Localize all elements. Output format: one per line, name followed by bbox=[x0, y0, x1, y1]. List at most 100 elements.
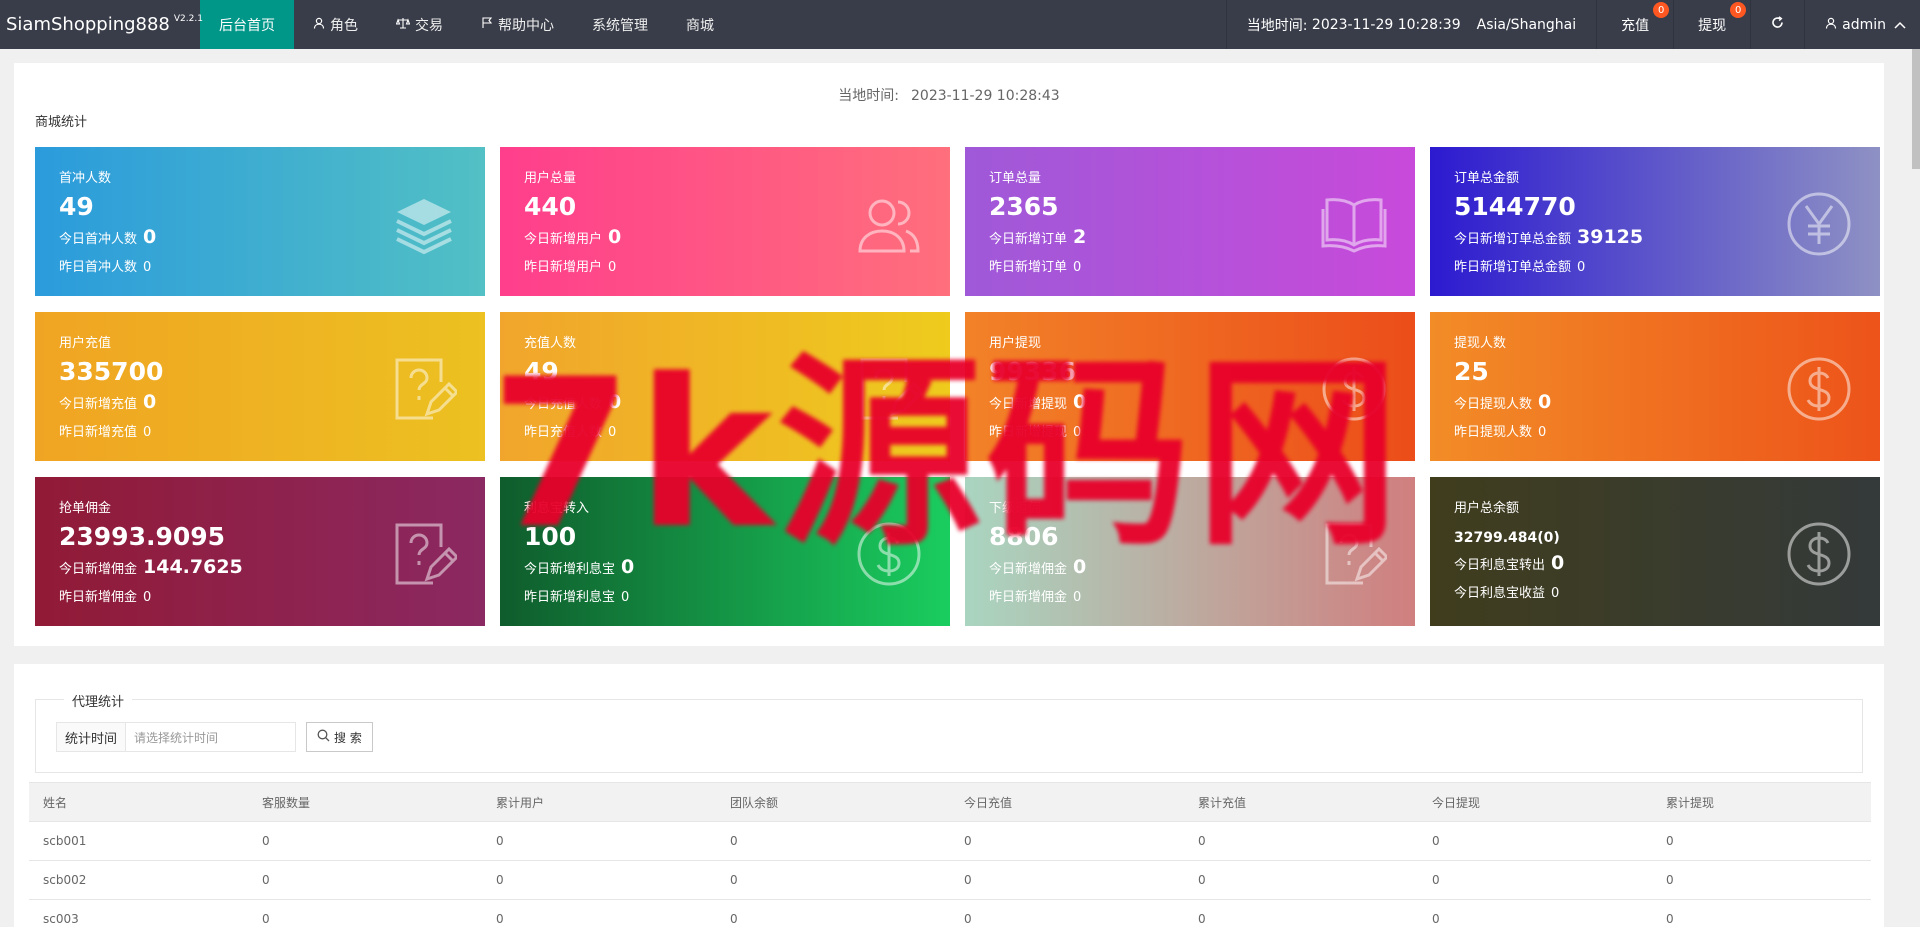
card-label: 用户总量 bbox=[524, 171, 577, 186]
dollar-icon bbox=[1786, 356, 1852, 422]
stat-card-grid: 首冲人数 49 今日首冲人数 0 昨日首冲人数 0 用户总量 440 今日新增用户 0 昨日新增用户… bbox=[35, 147, 1885, 626]
card-yesterday: 昨日新增用户 0 bbox=[524, 256, 926, 275]
book-icon bbox=[1321, 191, 1387, 257]
search-label: 搜 索 bbox=[334, 730, 362, 745]
card-yesterday-value: 0 bbox=[1577, 260, 1586, 275]
table-cell: sc003 bbox=[29, 899, 248, 927]
nav-label: 后台首页 bbox=[219, 17, 275, 34]
nav-label: 帮助中心 bbox=[498, 17, 554, 34]
stat-time-input[interactable]: 请选择统计时间 bbox=[126, 722, 297, 752]
card-today-value: 2 bbox=[1073, 226, 1087, 248]
column-header: 累计充值 bbox=[1184, 782, 1418, 822]
agent-title: 代理统计 bbox=[64, 691, 133, 710]
card-today-value: 0 bbox=[608, 226, 622, 248]
card-yesterday-value: 0 bbox=[1073, 260, 1082, 275]
stat-card: 用户总余额 32799.484(0) 今日利息宝转出 0 今日利息宝收益 0 bbox=[1430, 477, 1880, 626]
card-yesterday-label: 昨日新增用户 bbox=[524, 260, 603, 275]
stat-card: 下级返佣 8806 今日新增佣金 0 昨日新增佣金 0 bbox=[965, 477, 1415, 626]
card-yesterday-label: 昨日新增佣金 bbox=[59, 590, 138, 605]
flag-icon bbox=[481, 17, 493, 32]
search-icon bbox=[317, 729, 330, 746]
table-cell: 0 bbox=[482, 899, 716, 927]
card-yesterday-value: 0 bbox=[608, 260, 617, 275]
table-cell: 0 bbox=[1184, 821, 1418, 861]
refresh-icon bbox=[1771, 16, 1784, 33]
username: admin bbox=[1842, 16, 1886, 33]
column-header: 客服数量 bbox=[248, 782, 482, 822]
recharge-button[interactable]: 充值 0 bbox=[1596, 0, 1673, 49]
refresh-button[interactable] bbox=[1750, 0, 1804, 49]
filter-label: 统计时间 bbox=[56, 722, 127, 752]
card-yesterday: 昨日新增利息宝 0 bbox=[524, 586, 926, 605]
stat-card: 提现人数 25 今日提现人数 0 昨日提现人数 0 bbox=[1430, 312, 1880, 461]
card-label: 用户提现 bbox=[989, 336, 1042, 351]
table-cell: 0 bbox=[1418, 860, 1652, 900]
table-cell: 0 bbox=[1184, 899, 1418, 927]
user-menu[interactable]: admin bbox=[1804, 0, 1920, 49]
users-icon bbox=[856, 191, 922, 257]
table-row: scb001 0 0 0 0 0 0 0 bbox=[29, 821, 1871, 861]
card-today-label: 今日新增佣金 bbox=[59, 562, 138, 577]
table-cell: 0 bbox=[950, 821, 1184, 861]
card-label: 下级返佣 bbox=[989, 501, 1042, 516]
card-yesterday-value: 0 bbox=[143, 260, 152, 275]
card-yesterday: 昨日提现人数 0 bbox=[1454, 421, 1856, 440]
card-yesterday-value: 0 bbox=[1073, 590, 1082, 605]
card-yesterday-label: 昨日新增订单总金额 bbox=[1454, 260, 1572, 275]
card-yesterday-label: 昨日新增利息宝 bbox=[524, 590, 616, 605]
scrollbar-thumb[interactable] bbox=[1912, 49, 1920, 169]
column-header: 今日充值 bbox=[950, 782, 1184, 822]
nav-home[interactable]: 后台首页 bbox=[200, 0, 294, 49]
table-cell: 0 bbox=[1652, 899, 1871, 927]
stat-card: 首冲人数 49 今日首冲人数 0 昨日首冲人数 0 bbox=[35, 147, 485, 296]
user-icon bbox=[1825, 17, 1837, 33]
column-header: 今日提现 bbox=[1418, 782, 1652, 822]
nav-help[interactable]: 帮助中心 bbox=[462, 0, 573, 49]
search-button[interactable]: 搜 索 bbox=[306, 722, 373, 752]
card-yesterday-label: 昨日首冲人数 bbox=[59, 260, 138, 275]
scale-icon bbox=[395, 17, 411, 32]
edit-question-icon bbox=[1321, 521, 1390, 587]
stats-time: 当地时间: 2023-11-29 10:28:43 bbox=[14, 85, 1884, 105]
card-yesterday-value: 0 bbox=[143, 590, 152, 605]
card-yesterday: 昨日充值人数 0 bbox=[524, 421, 926, 440]
card-today-label: 今日充值人数 bbox=[524, 397, 603, 412]
nav-mall[interactable]: 商城 bbox=[667, 0, 733, 49]
card-today-value: 144.7625 bbox=[143, 556, 243, 578]
nav-role[interactable]: 角色 bbox=[294, 0, 377, 49]
card-yesterday-label: 昨日充值人数 bbox=[524, 425, 603, 440]
card-yesterday-value: 0 bbox=[1538, 425, 1547, 440]
table-cell: scb002 bbox=[29, 860, 248, 900]
card-label: 首冲人数 bbox=[59, 171, 112, 186]
card-today-value: 0 bbox=[1538, 391, 1552, 413]
card-yesterday: 昨日新增佣金 0 bbox=[59, 586, 461, 605]
table-cell: 0 bbox=[248, 821, 482, 861]
card-label: 订单总量 bbox=[989, 171, 1042, 186]
card-yesterday: 昨日新增佣金 0 bbox=[989, 586, 1391, 605]
stat-card: 订单总量 2365 今日新增订单 2 昨日新增订单 0 bbox=[965, 147, 1415, 296]
card-label: 抢单佣金 bbox=[59, 501, 112, 516]
nav-label: 商城 bbox=[686, 17, 714, 34]
header-time: 当地时间: 2023-11-29 10:28:39 Asia/Shanghai bbox=[1225, 0, 1596, 49]
time-value: 2023-11-29 10:28:39 bbox=[1311, 16, 1461, 33]
nav-trade[interactable]: 交易 bbox=[377, 0, 462, 49]
stat-card: 订单总金额 5144770 今日新增订单总金额 39125 昨日新增订单总金额 0 bbox=[1430, 147, 1880, 296]
withdraw-badge: 0 bbox=[1730, 2, 1747, 18]
stat-card: 用户提现 99336 今日新增提现 0 昨日新增提现 0 bbox=[965, 312, 1415, 461]
app-logo[interactable]: SiamShopping888 V2.2.1 bbox=[0, 0, 203, 49]
nav-system[interactable]: 系统管理 bbox=[573, 0, 667, 49]
agent-stats-panel: 代理统计 统计时间 请选择统计时间 搜 索 姓名 客服数量 累计用户 团队余额 今日充值… bbox=[14, 664, 1884, 927]
recharge-label: 充值 bbox=[1621, 17, 1650, 34]
edit-question-icon bbox=[391, 356, 460, 422]
stat-card: 用户总量 440 今日新增用户 0 昨日新增用户 0 bbox=[500, 147, 950, 296]
nav-label: 系统管理 bbox=[592, 17, 648, 34]
withdraw-button[interactable]: 提现 0 bbox=[1673, 0, 1750, 49]
panel-title: 商城统计 bbox=[35, 115, 88, 130]
card-today-label: 今日新增充值 bbox=[59, 397, 138, 412]
time-label: 当地时间: bbox=[1246, 17, 1308, 34]
card-yesterday-label: 昨日新增订单 bbox=[989, 260, 1068, 275]
card-today-label: 今日新增用户 bbox=[524, 232, 603, 247]
card-yesterday-value: 0 bbox=[143, 425, 152, 440]
dollar-icon bbox=[1321, 356, 1387, 422]
card-label: 用户总余额 bbox=[1454, 501, 1520, 516]
